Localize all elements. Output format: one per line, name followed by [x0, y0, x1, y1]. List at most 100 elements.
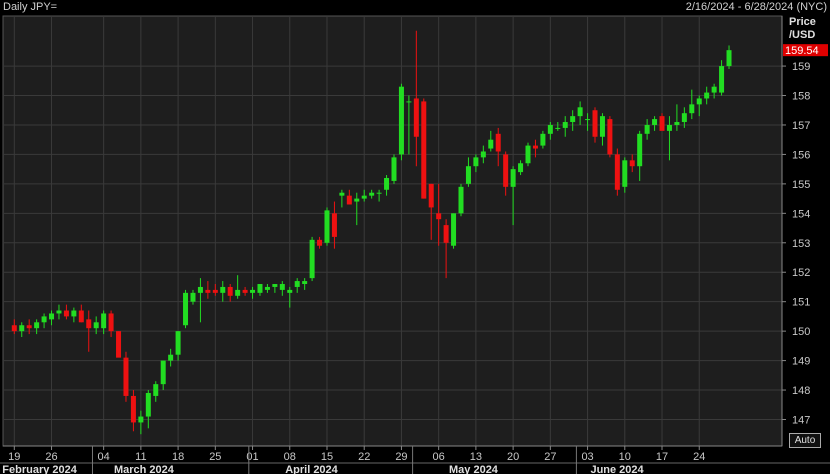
candle-body [168, 354, 174, 361]
candle-body [428, 183, 434, 208]
candle-body [488, 139, 494, 149]
plot-area [2, 15, 783, 447]
candle-body [227, 286, 233, 296]
candle-body [719, 66, 725, 93]
candle-body [153, 384, 159, 396]
x-tick-label: 20 [507, 451, 519, 463]
candle-body [614, 154, 620, 190]
candle-body [108, 313, 114, 332]
month-label: February 2024 [2, 464, 77, 474]
x-axis: 19 26 04 11 18 25 01 08 15 22 29 06 13 20 27 03 10 17 24 Fe… [0, 445, 830, 474]
y-tick-label: 159 [792, 61, 810, 73]
candle-body [465, 166, 471, 184]
candle-body [346, 195, 352, 205]
y-axis: 147 148 149 150 151 152 153 154 155 156 157 158 159 P… [781, 16, 828, 446]
candle-body [607, 119, 613, 155]
candle-body [384, 177, 390, 190]
candle-body [622, 160, 628, 187]
candlestick-chart[interactable]: 147 148 149 150 151 152 153 154 155 156 157 158 159 P… [0, 0, 830, 474]
candle-body [369, 192, 375, 196]
y-tick-label: 147 [792, 414, 810, 426]
candle-body [287, 289, 293, 293]
candle-body [324, 210, 330, 243]
candle-body [406, 101, 412, 103]
x-tick-label: 19 [8, 451, 20, 463]
candle-body [354, 198, 360, 202]
x-tick-label: 29 [395, 451, 407, 463]
auto-scale-button[interactable]: Auto [789, 433, 821, 448]
candle-body [56, 310, 62, 314]
y-tick-label: 152 [792, 267, 810, 279]
candle-body [242, 289, 248, 293]
candle-body [532, 145, 538, 149]
candle-body [138, 416, 144, 423]
candle-body [644, 124, 650, 134]
candle-body [78, 310, 84, 323]
y-tick-label: 157 [792, 120, 810, 132]
candle-body [562, 122, 568, 128]
candle-body [518, 163, 524, 173]
candle-body [49, 313, 55, 320]
candle-body [205, 289, 211, 293]
candle-body [503, 154, 509, 187]
x-tick-label: 06 [433, 451, 445, 463]
candle-body [294, 281, 300, 287]
candle-body [510, 169, 516, 187]
y-tick-label: 149 [792, 356, 810, 368]
x-tick-label: 13 [470, 451, 482, 463]
candle-body [436, 213, 442, 220]
candle-body [398, 86, 404, 155]
candle-body [71, 310, 77, 317]
candle-body [570, 116, 576, 123]
candle-body [272, 284, 278, 287]
candle-body [190, 292, 196, 302]
candle-body [19, 325, 25, 332]
candle-body [361, 195, 367, 199]
candle-body [250, 289, 256, 293]
x-tick-label: 03 [581, 451, 593, 463]
candle-body [279, 284, 285, 290]
candle-body [711, 86, 717, 93]
y-tick-label: 156 [792, 149, 810, 161]
candle-body [257, 284, 263, 293]
candle-body [197, 286, 203, 293]
y-tick-label: 155 [792, 179, 810, 191]
candle-body [473, 157, 479, 167]
candle-body [86, 319, 92, 329]
candle-body [145, 392, 151, 417]
candle-body [11, 325, 17, 332]
candle-body [41, 316, 47, 323]
x-tick-label: 27 [544, 451, 556, 463]
candle-body [689, 104, 695, 114]
y-tick-label: 148 [792, 385, 810, 397]
candle-body [34, 322, 40, 329]
candle-body [101, 313, 107, 329]
candle-body [175, 331, 181, 355]
y-tick-label: 153 [792, 238, 810, 250]
candle-body [264, 286, 270, 290]
y-tick-label: 158 [792, 91, 810, 103]
candle-body [309, 239, 315, 279]
candle-body [93, 322, 99, 329]
candle-body [63, 310, 69, 317]
y-tick-label: 154 [792, 208, 810, 220]
candle-body [666, 124, 672, 131]
candle-body [525, 145, 531, 164]
candle-body [391, 157, 397, 181]
x-tick-label: 11 [135, 451, 146, 463]
candle-body [220, 286, 226, 293]
x-tick-label: 15 [321, 451, 333, 463]
last-price-label: 159.54 [785, 45, 819, 57]
candle-body [458, 186, 464, 214]
x-tick-label: 22 [358, 451, 370, 463]
candle-body [339, 192, 345, 196]
x-tick-label: 17 [656, 451, 668, 463]
candle-body [451, 213, 457, 246]
candle-body [585, 119, 591, 121]
candle-body [555, 127, 561, 129]
candle-body [629, 160, 635, 167]
x-tick-label: 25 [209, 451, 221, 463]
candle-body [116, 331, 122, 358]
candle-body [130, 395, 136, 423]
y-tick-label: 151 [792, 297, 810, 309]
